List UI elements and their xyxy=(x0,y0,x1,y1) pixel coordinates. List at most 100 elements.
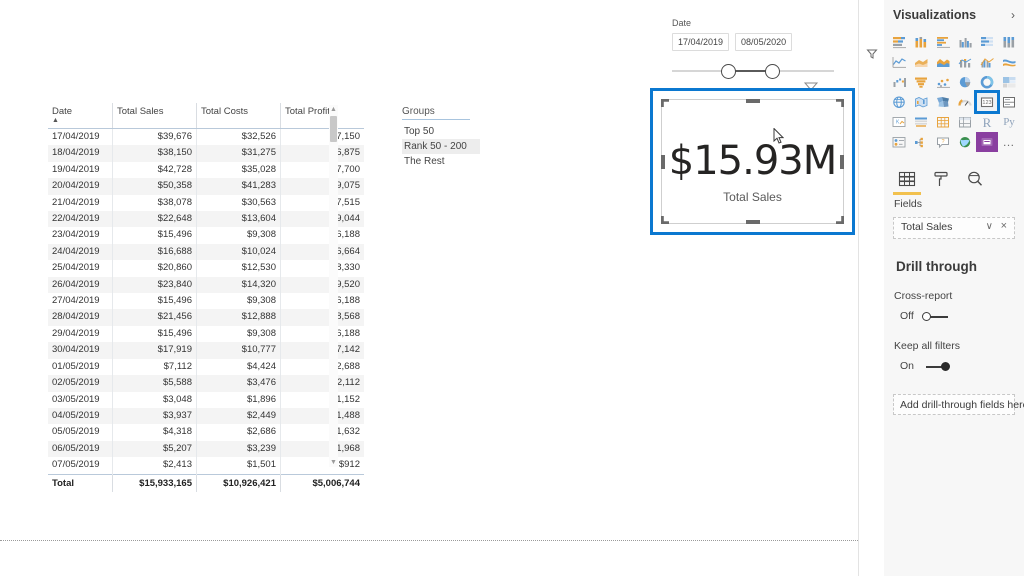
table-row[interactable]: 29/04/2019 $15,496 $9,308 $6,188 xyxy=(48,325,364,343)
shape-map-icon[interactable] xyxy=(932,92,954,112)
clustered-column-chart-icon[interactable] xyxy=(954,32,976,52)
column-header-total-profits[interactable]: Total Profits xyxy=(280,103,364,129)
resize-handle-ne[interactable] xyxy=(836,99,844,107)
resize-handle-se[interactable] xyxy=(836,216,844,224)
stacked-area-chart-icon[interactable] xyxy=(932,52,954,72)
table-row[interactable]: 22/04/2019 $22,648 $13,604 $9,044 xyxy=(48,211,364,228)
scrollbar-thumb[interactable] xyxy=(330,116,337,142)
cross-report-toggle-row[interactable]: Off xyxy=(900,309,1024,324)
column-header-total-costs[interactable]: Total Costs xyxy=(196,103,281,129)
groups-slicer-item[interactable]: Top 50 xyxy=(402,124,480,139)
keep-all-filters-toggle-row[interactable]: On xyxy=(900,359,1024,374)
table-row[interactable]: 23/04/2019 $15,496 $9,308 $6,188 xyxy=(48,227,364,244)
key-influencers-icon[interactable] xyxy=(888,132,910,152)
resize-handle-w[interactable] xyxy=(661,154,665,169)
gauge-icon[interactable] xyxy=(954,92,976,112)
resize-handle-s[interactable] xyxy=(745,220,760,224)
filter-funnel-icon[interactable] xyxy=(866,48,878,60)
scroll-down-arrow-icon[interactable]: ▼ xyxy=(329,458,338,467)
slider-start-handle[interactable] xyxy=(721,64,736,79)
column-header-date[interactable]: Date ▲ xyxy=(48,103,113,129)
stacked-bar-chart-icon[interactable] xyxy=(888,32,910,52)
table-row[interactable]: 07/05/2019 $2,413 $1,501 $912 xyxy=(48,457,364,475)
python-visual-icon[interactable]: Py xyxy=(998,112,1020,132)
pie-chart-icon[interactable] xyxy=(954,72,976,92)
analytics-tab[interactable] xyxy=(962,166,988,192)
filled-map-icon[interactable] xyxy=(910,92,932,112)
keep-all-filters-toggle[interactable] xyxy=(922,362,952,371)
table-row[interactable]: 25/04/2019 $20,860 $12,530 $8,330 xyxy=(48,260,364,277)
table-row[interactable]: 04/05/2019 $3,937 $2,449 $1,488 xyxy=(48,407,364,425)
matrix-vertical-scrollbar[interactable]: ▲ ▼ xyxy=(329,105,338,467)
date-slicer-slider[interactable] xyxy=(672,62,834,80)
date-slicer-end-input[interactable]: 08/05/2020 xyxy=(735,33,793,51)
date-slicer-start-input[interactable]: 17/04/2019 xyxy=(672,33,730,51)
matrix-icon[interactable] xyxy=(954,112,976,132)
total-sales-card-visual[interactable]: $15.93M Total Sales xyxy=(650,88,855,235)
table-row[interactable]: 05/05/2019 $4,318 $2,686 $1,632 xyxy=(48,424,364,441)
qna-icon[interactable]: ? xyxy=(932,132,954,152)
visualizations-pane[interactable]: Visualizations › 123 K R Py?… Fields Tot… xyxy=(884,0,1024,576)
table-row[interactable]: 17/04/2019 $39,676 $32,526 $7,150 xyxy=(48,128,364,146)
filters-pane-collapsed[interactable]: Filters xyxy=(858,0,898,576)
scroll-up-arrow-icon[interactable]: ▲ xyxy=(329,105,338,114)
sales-matrix-table[interactable]: Date ▲ Total Sales Total Costs Total Pro… xyxy=(48,103,364,492)
funnel-chart-icon[interactable] xyxy=(910,72,932,92)
groups-slicer-item[interactable]: Rank 50 - 200 xyxy=(402,139,480,154)
resize-handle-sw[interactable] xyxy=(661,216,669,224)
line-and-stacked-column-chart-icon[interactable] xyxy=(954,52,976,72)
table-row[interactable]: 02/05/2019 $5,588 $3,476 $2,112 xyxy=(48,375,364,392)
field-well-chevron-icon[interactable]: ∨ xyxy=(986,221,993,232)
cross-report-toggle[interactable] xyxy=(922,312,952,321)
fields-tab[interactable] xyxy=(894,166,920,192)
map-icon[interactable] xyxy=(888,92,910,112)
kpi-icon[interactable]: K xyxy=(888,112,910,132)
table-row[interactable]: 01/05/2019 $7,112 $4,424 $2,688 xyxy=(48,358,364,376)
table-row[interactable]: 20/04/2019 $50,358 $41,283 $9,075 xyxy=(48,178,364,195)
multi-row-card-icon[interactable] xyxy=(998,92,1020,112)
card-icon[interactable]: 123 xyxy=(974,90,1000,114)
resize-handle-e[interactable] xyxy=(840,154,844,169)
arcgis-map-icon[interactable] xyxy=(954,132,976,152)
slider-end-handle[interactable] xyxy=(765,64,780,79)
table-row[interactable]: 06/05/2019 $5,207 $3,239 $1,968 xyxy=(48,440,364,458)
hundred-percent-stacked-column-chart-icon[interactable] xyxy=(998,32,1020,52)
table-row[interactable]: 27/04/2019 $15,496 $9,308 $6,188 xyxy=(48,293,364,310)
resize-handle-n[interactable] xyxy=(745,99,760,103)
paginated-report-icon[interactable] xyxy=(976,132,998,152)
drill-through-dropzone[interactable]: Add drill-through fields here xyxy=(893,394,1024,415)
table-row[interactable]: 19/04/2019 $42,728 $35,028 $7,700 xyxy=(48,161,364,179)
slicer-icon[interactable] xyxy=(910,112,932,132)
visualization-type-grid[interactable]: 123 K R Py?… xyxy=(888,32,1020,152)
donut-chart-icon[interactable] xyxy=(976,72,998,92)
groups-slicer-visual[interactable]: Groups Top 50 Rank 50 - 200 The Rest xyxy=(402,106,480,169)
treemap-icon[interactable] xyxy=(998,72,1020,92)
table-row[interactable]: 24/04/2019 $16,688 $10,024 $6,664 xyxy=(48,243,364,261)
report-canvas[interactable]: Date ▲ Total Sales Total Costs Total Pro… xyxy=(0,0,858,576)
scatter-chart-icon[interactable] xyxy=(932,72,954,92)
table-row[interactable]: 30/04/2019 $17,919 $10,777 $7,142 xyxy=(48,342,364,359)
visualizations-pane-tabs[interactable] xyxy=(884,166,1024,200)
table-row[interactable]: 03/05/2019 $3,048 $1,896 $1,152 xyxy=(48,391,364,408)
collapse-pane-chevron-icon[interactable]: › xyxy=(1011,0,1015,30)
table-row[interactable]: 21/04/2019 $38,078 $30,563 $7,515 xyxy=(48,194,364,212)
line-chart-icon[interactable] xyxy=(888,52,910,72)
table-row[interactable]: 26/04/2019 $23,840 $14,320 $9,520 xyxy=(48,276,364,294)
field-well-total-sales[interactable]: Total Sales ∨ × xyxy=(893,217,1015,239)
ribbon-chart-icon[interactable] xyxy=(998,52,1020,72)
clustered-bar-chart-icon[interactable] xyxy=(932,32,954,52)
line-and-clustered-column-chart-icon[interactable] xyxy=(976,52,998,72)
groups-slicer-list[interactable]: Top 50 Rank 50 - 200 The Rest xyxy=(402,124,480,169)
stacked-column-chart-icon[interactable] xyxy=(910,32,932,52)
sales-matrix-visual[interactable]: Date ▲ Total Sales Total Costs Total Pro… xyxy=(48,103,364,492)
resize-handle-nw[interactable] xyxy=(661,99,669,107)
column-header-total-sales[interactable]: Total Sales xyxy=(112,103,197,129)
more-options-icon[interactable]: … xyxy=(998,132,1020,152)
table-row[interactable]: 18/04/2019 $38,150 $31,275 $6,875 xyxy=(48,145,364,162)
field-well-remove-icon[interactable]: × xyxy=(1001,220,1007,232)
format-tab[interactable] xyxy=(928,166,954,192)
table-icon[interactable] xyxy=(932,112,954,132)
waterfall-chart-icon[interactable] xyxy=(888,72,910,92)
groups-slicer-item[interactable]: The Rest xyxy=(402,154,480,169)
date-slicer-visual[interactable]: Date 17/04/2019 08/05/2020 xyxy=(672,18,837,80)
